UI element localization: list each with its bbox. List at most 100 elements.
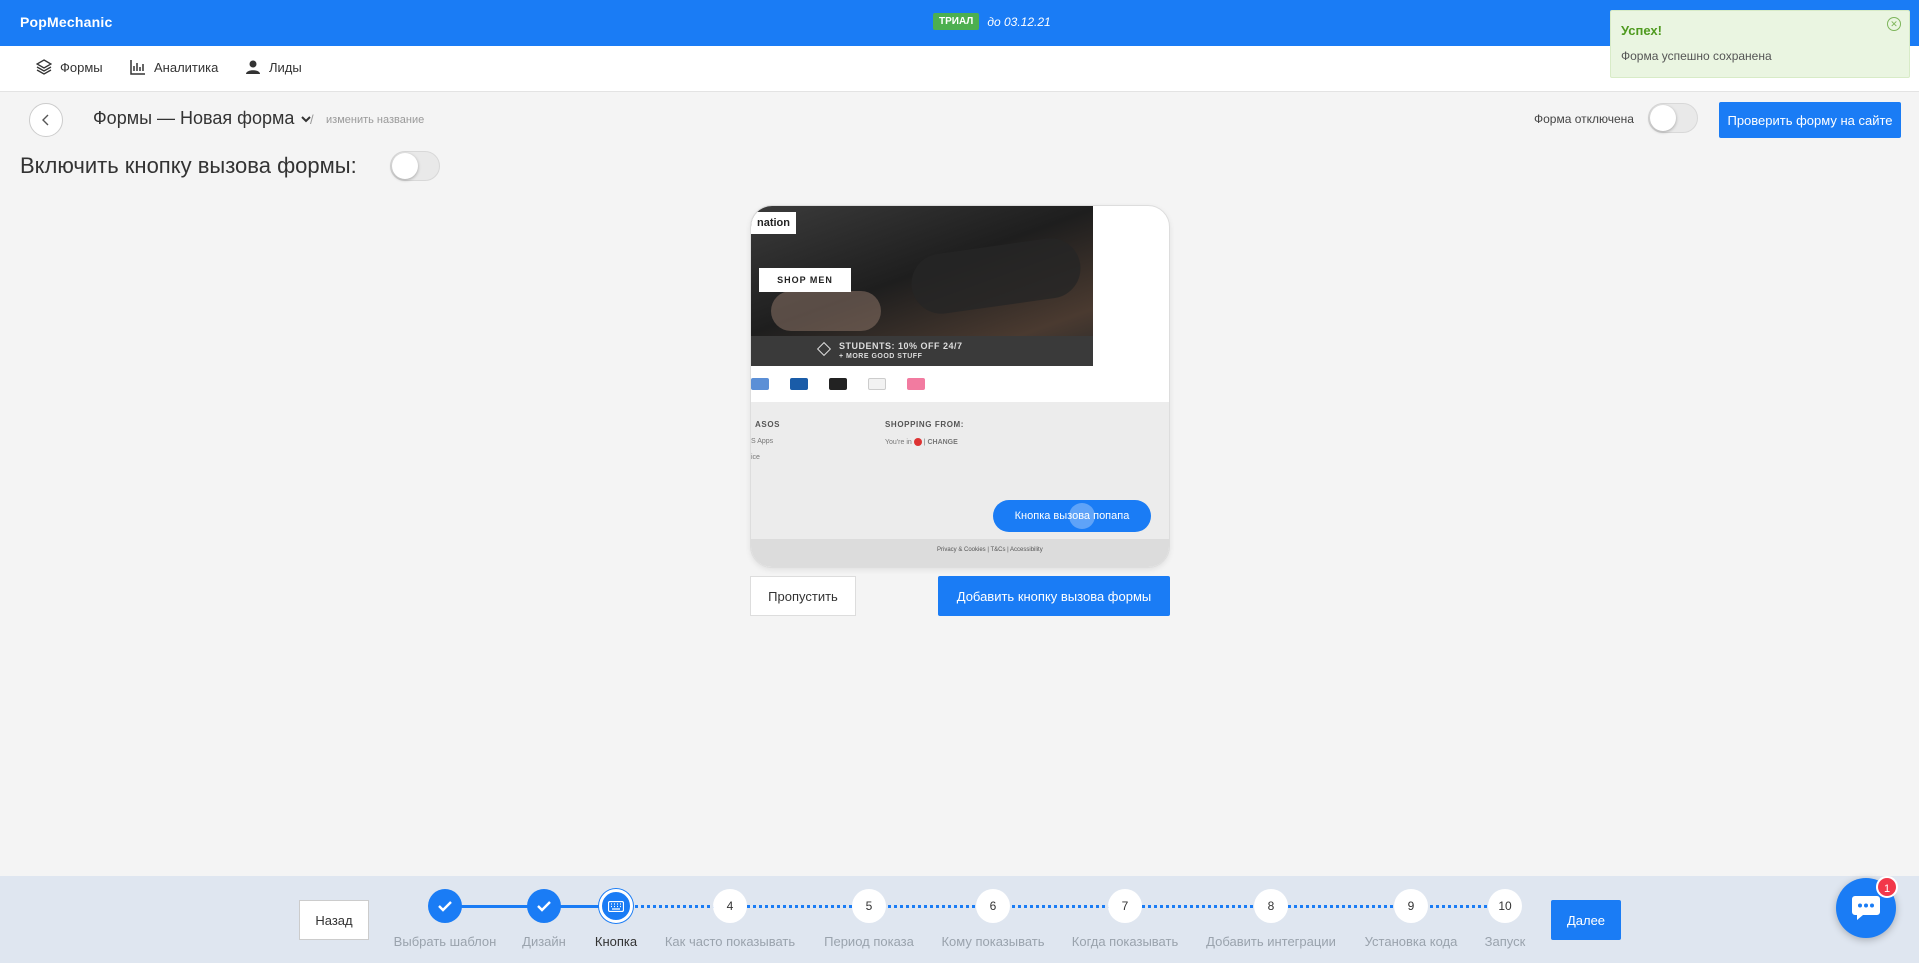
keyboard-icon (608, 900, 624, 912)
step-6-label[interactable]: Кому показывать (941, 934, 1044, 949)
visa-icon (790, 378, 808, 390)
brand-logo[interactable]: PopMechanic (20, 14, 112, 30)
chat-unread-badge: 1 (1876, 876, 1898, 898)
step-10-label[interactable]: Запуск (1485, 934, 1526, 949)
toast-title: Успех! (1621, 23, 1662, 38)
step-7-label[interactable]: Когда показывать (1072, 934, 1178, 949)
step-connector (730, 905, 869, 908)
footer-heading: SHOPPING FROM: (885, 420, 965, 429)
students-line1: STUDENTS: 10% OFF 24/7 (839, 341, 963, 351)
students-banner: STUDENTS: 10% OFF 24/7 + MORE GOOD STUFF (751, 336, 1093, 366)
layers-icon (36, 59, 52, 75)
students-line2: + MORE GOOD STUFF (839, 353, 923, 360)
enable-call-button-toggle[interactable] (390, 151, 440, 181)
enable-button-label: Включить кнопку вызова формы: (20, 153, 357, 178)
chat-widget-button[interactable]: 1 (1836, 876, 1898, 938)
nav-item-label: Аналитика (154, 59, 219, 75)
trial-date: до 03.12.21 (987, 14, 1051, 29)
step-connector (1125, 905, 1271, 908)
check-form-button[interactable]: Проверить форму на сайте (1719, 102, 1901, 138)
step-connector (869, 905, 993, 908)
next-step-button[interactable]: Далее (1551, 900, 1621, 940)
payment-icons (751, 366, 1169, 402)
footer-heading: ASOS (755, 420, 781, 429)
preview-hero-image: nation SHOP MEN STUDENTS: 10% OFF 24/7 +… (751, 206, 1093, 366)
step-8-label[interactable]: Добавить интеграции (1206, 934, 1336, 949)
step-number: 6 (989, 899, 997, 913)
klarna-icon (907, 378, 925, 390)
step-number: 4 (726, 899, 734, 913)
toggle-knob (1650, 105, 1676, 131)
chevron-left-icon (42, 114, 49, 126)
step-6-circle[interactable]: 6 (976, 889, 1010, 923)
step-7-circle[interactable]: 7 (1108, 889, 1142, 923)
step-connector (1271, 905, 1411, 908)
step-connector (993, 905, 1125, 908)
apple-pay-icon (868, 378, 886, 390)
page-title-text: Формы — Новая форма (93, 108, 295, 128)
preview-bottom-strip: Privacy & Cookies | T&Cs | Accessibility (751, 539, 1169, 567)
amex-icon (751, 378, 769, 390)
nav-item-forms[interactable]: Формы (36, 59, 103, 75)
nav-item-label: Лиды (269, 59, 302, 75)
skip-button[interactable]: Пропустить (750, 576, 856, 616)
shop-men-button: SHOP MEN (759, 268, 851, 292)
chat-icon (1852, 896, 1880, 920)
user-icon (246, 60, 260, 74)
step-number: 10 (1498, 899, 1512, 913)
step-number: 9 (1407, 899, 1415, 913)
check-icon (438, 901, 452, 912)
change-text: CHANGE (927, 438, 958, 446)
footer-link: S Apps (751, 438, 774, 445)
nav-item-leads[interactable]: Лиды (245, 59, 302, 75)
step-1-label[interactable]: Выбрать шаблон (394, 934, 497, 949)
footer-legal-links: Privacy & Cookies | T&Cs | Accessibility (937, 547, 1043, 553)
tag-icon (816, 341, 832, 357)
rename-link[interactable]: изменить название (326, 114, 424, 126)
step-2-circle[interactable] (527, 889, 561, 923)
step-3-circle[interactable] (599, 889, 633, 923)
step-5-label[interactable]: Период показа (824, 934, 914, 949)
step-9-label[interactable]: Установка кода (1365, 934, 1458, 949)
trial-info: ТРИАЛ до 03.12.21 (933, 13, 1051, 30)
step-9-circle[interactable]: 9 (1394, 889, 1428, 923)
footer-link: ice (751, 454, 760, 461)
chart-icon (130, 60, 145, 75)
step-4-label[interactable]: Как часто показывать (665, 934, 795, 949)
back-button[interactable] (29, 103, 63, 137)
step-number: 8 (1267, 899, 1275, 913)
uk-flag-icon (913, 438, 922, 446)
mastercard-icon (829, 378, 847, 390)
check-icon (537, 901, 551, 912)
nav-item-label: Формы (60, 59, 103, 75)
prev-step-button[interactable]: Назад (299, 900, 369, 940)
breadcrumb-separator: / (310, 112, 314, 127)
step-number: 7 (1121, 899, 1129, 913)
step-1-circle[interactable] (428, 889, 462, 923)
popup-call-label: Кнопка вызова попапа (1014, 510, 1130, 522)
hero-tag: nation (751, 212, 796, 234)
form-enabled-toggle[interactable] (1648, 103, 1698, 133)
add-call-button-button[interactable]: Добавить кнопку вызова формы (938, 576, 1170, 616)
form-status-label: Форма отключена (1534, 112, 1634, 126)
step-4-circle[interactable]: 4 (713, 889, 747, 923)
nav-item-analytics[interactable]: Аналитика (130, 59, 218, 75)
success-toast: Успех! Форма успешно сохранена ✕ (1610, 10, 1910, 78)
youre-in-text: You're in (885, 438, 912, 446)
step-2-label[interactable]: Дизайн (522, 934, 566, 949)
step-8-circle[interactable]: 8 (1254, 889, 1288, 923)
page-title[interactable]: Формы — Новая форма (93, 108, 312, 129)
toggle-knob (392, 153, 418, 179)
step-3-label[interactable]: Кнопка (595, 934, 637, 949)
hero-shape (771, 291, 881, 331)
preview-frame: nation SHOP MEN STUDENTS: 10% OFF 24/7 +… (750, 205, 1170, 568)
stepper-bar: Назад Далее Выбрать шаблон Дизайн Кнопка 4 К… (0, 876, 1919, 963)
popup-call-button-preview: Кнопка вызова попапа (993, 500, 1151, 532)
hero-shape (907, 234, 1085, 318)
step-10-circle[interactable]: 10 (1488, 889, 1522, 923)
close-icon[interactable]: ✕ (1887, 17, 1901, 31)
trial-badge: ТРИАЛ (933, 13, 980, 30)
step-number: 5 (865, 899, 873, 913)
step-5-circle[interactable]: 5 (852, 889, 886, 923)
shopping-from-row: You're in | CHANGE (885, 438, 958, 446)
